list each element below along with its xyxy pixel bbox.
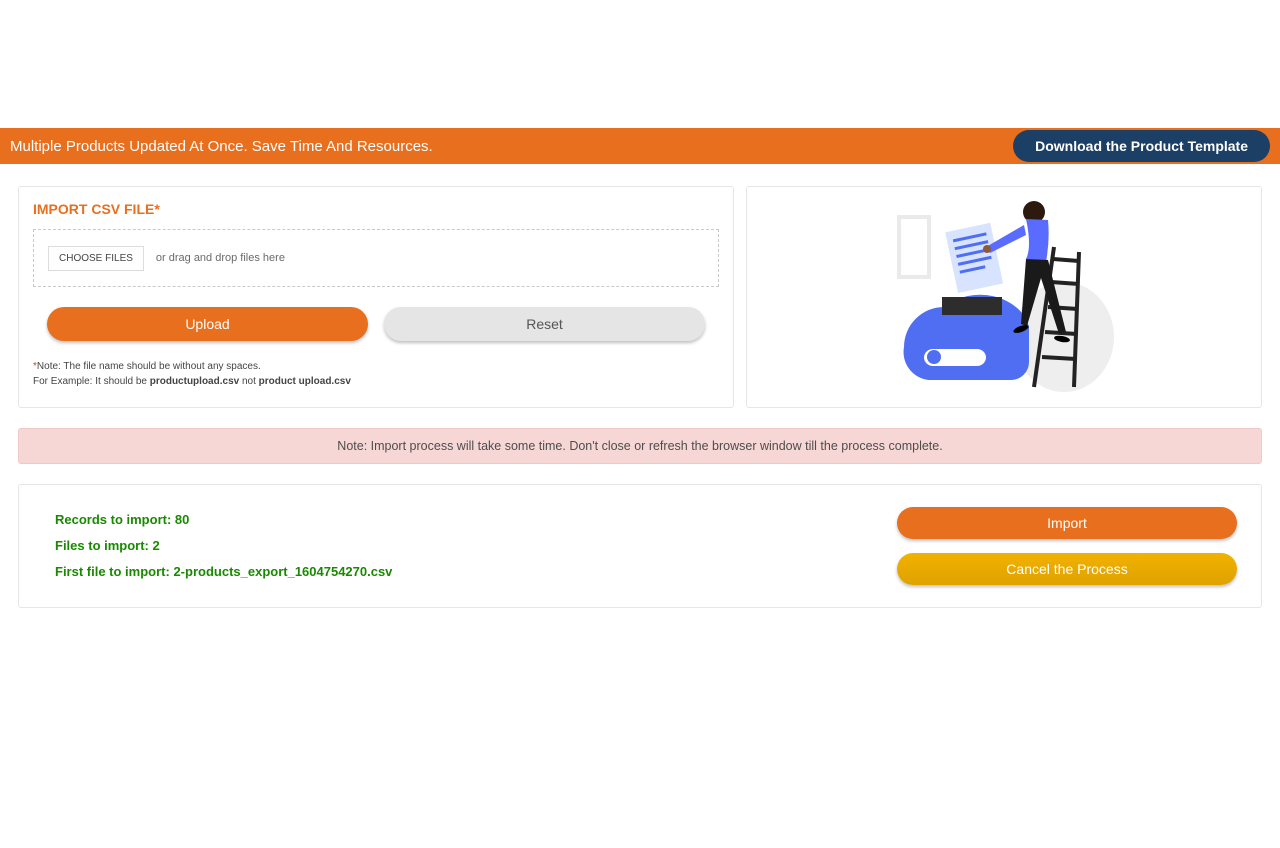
illustration-panel bbox=[746, 186, 1262, 408]
records-label: Records to import: bbox=[55, 512, 175, 527]
upload-button-row: Upload Reset bbox=[33, 307, 719, 341]
summary-info: Records to import: 80 Files to import: 2… bbox=[55, 507, 392, 585]
upload-button[interactable]: Upload bbox=[47, 307, 368, 341]
note-mid: not bbox=[239, 376, 258, 387]
alert-text: Note: Import process will take some time… bbox=[337, 439, 942, 453]
cancel-process-button[interactable]: Cancel the Process bbox=[897, 553, 1237, 585]
header-tagline: Multiple Products Updated At Once. Save … bbox=[10, 138, 433, 155]
files-line: Files to import: 2 bbox=[55, 533, 392, 559]
import-panel: IMPORT CSV FILE* CHOOSE FILES or drag an… bbox=[18, 186, 734, 408]
note-line1: Note: The file name should be without an… bbox=[37, 361, 261, 372]
import-panel-title: IMPORT CSV FILE* bbox=[33, 201, 719, 217]
summary-actions: Import Cancel the Process bbox=[897, 507, 1237, 585]
records-line: Records to import: 80 bbox=[55, 507, 392, 533]
import-button[interactable]: Import bbox=[897, 507, 1237, 539]
download-template-button[interactable]: Download the Product Template bbox=[1013, 130, 1270, 162]
filename-note: *Note: The file name should be without a… bbox=[33, 359, 719, 389]
header-bar: Multiple Products Updated At Once. Save … bbox=[0, 128, 1280, 164]
summary-panel: Records to import: 80 Files to import: 2… bbox=[18, 484, 1262, 608]
files-value: 2 bbox=[153, 538, 160, 553]
first-file-value: 2-products_export_1604754270.csv bbox=[173, 564, 392, 579]
records-value: 80 bbox=[175, 512, 189, 527]
note-good-example: productupload.csv bbox=[150, 376, 239, 387]
upload-illustration-icon bbox=[884, 197, 1124, 397]
note-bad-example: product upload.csv bbox=[259, 376, 351, 387]
file-dropzone[interactable]: CHOOSE FILES or drag and drop files here bbox=[33, 229, 719, 287]
choose-files-button[interactable]: CHOOSE FILES bbox=[48, 246, 144, 271]
reset-button[interactable]: Reset bbox=[384, 307, 705, 341]
first-file-label: First file to import: bbox=[55, 564, 173, 579]
process-alert: Note: Import process will take some time… bbox=[18, 428, 1262, 464]
files-label: Files to import: bbox=[55, 538, 153, 553]
content-row: IMPORT CSV FILE* CHOOSE FILES or drag an… bbox=[0, 186, 1280, 408]
dropzone-hint: or drag and drop files here bbox=[156, 252, 285, 264]
note-line2a: For Example: It should be bbox=[33, 376, 150, 387]
first-file-line: First file to import: 2-products_export_… bbox=[55, 559, 392, 585]
